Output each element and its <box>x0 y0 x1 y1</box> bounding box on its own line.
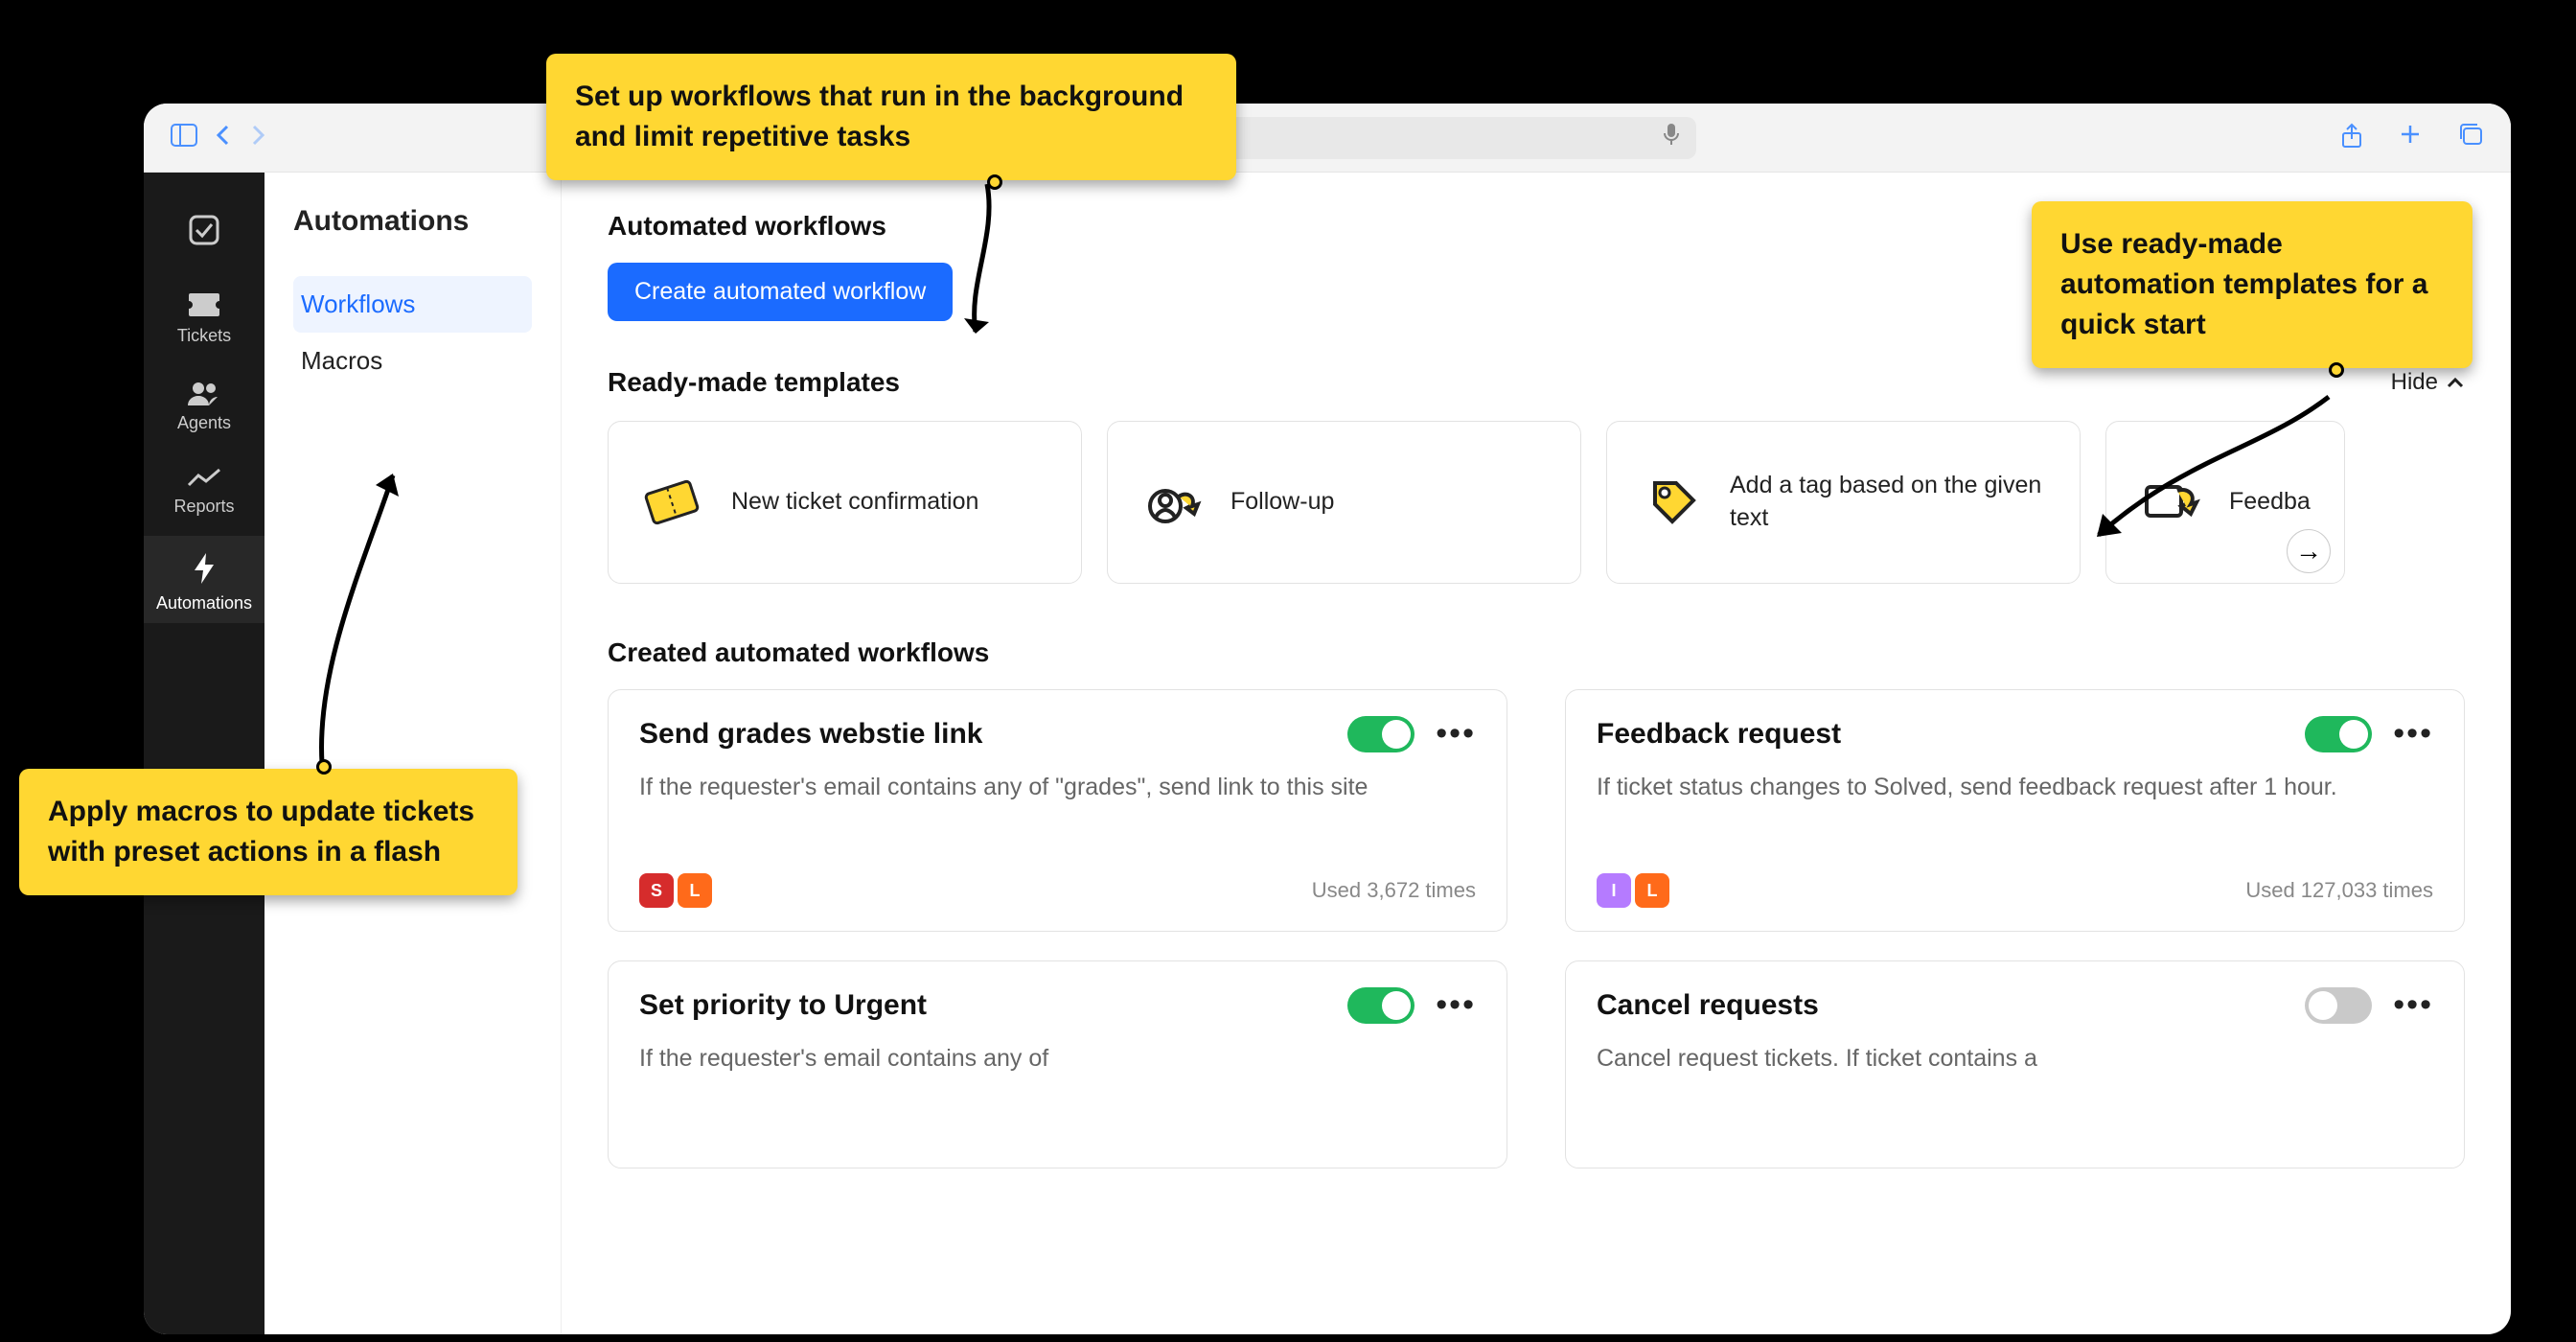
avatar: L <box>1635 873 1669 908</box>
workflow-avatars: S L <box>639 873 712 908</box>
workflow-more-icon[interactable]: ••• <box>1436 986 1476 1024</box>
subnav-item-workflows[interactable]: Workflows <box>293 276 532 333</box>
rail-item-reports[interactable]: Reports <box>144 452 264 526</box>
workflow-desc: If ticket status changes to Solved, send… <box>1597 770 2433 837</box>
callout-arrow <box>307 447 498 773</box>
avatar: L <box>678 873 712 908</box>
callout-arrow <box>958 178 1073 351</box>
create-workflow-button[interactable]: Create automated workflow <box>608 263 953 321</box>
template-follow-up[interactable]: Follow-up <box>1107 421 1581 584</box>
share-icon[interactable] <box>2340 122 2363 153</box>
rail-item-automations[interactable]: Automations <box>144 536 264 623</box>
workflow-card[interactable]: Feedback request ••• If ticket status ch… <box>1565 689 2465 932</box>
heading-templates: Ready-made templates <box>608 367 900 398</box>
workflow-title: Feedback request <box>1597 718 1841 751</box>
tag-icon <box>1636 468 1705 537</box>
back-icon[interactable] <box>215 124 232 151</box>
hide-templates-toggle[interactable]: Hide <box>2391 369 2465 396</box>
workflow-desc: If the requester's email contains any of… <box>639 770 1476 837</box>
callout-workflows: Set up workflows that run in the backgro… <box>546 54 1236 180</box>
workflow-avatars: I L <box>1597 873 1669 908</box>
subnav-item-macros[interactable]: Macros <box>293 333 532 389</box>
callout-arrow <box>2070 391 2358 583</box>
browser-chrome: .helpdesk.com <box>144 104 2511 173</box>
template-new-ticket-confirmation[interactable]: New ticket confirmation <box>608 421 1082 584</box>
callout-templates: Use ready-made automation templates for … <box>2032 201 2472 368</box>
workflow-more-icon[interactable]: ••• <box>1436 715 1476 752</box>
nav-rail: Tickets Agents Reports Automations <box>144 173 264 1334</box>
workflow-usage: Used 127,033 times <box>2245 878 2433 903</box>
avatar: I <box>1597 873 1631 908</box>
workflow-title: Cancel requests <box>1597 989 1819 1022</box>
rail-item-tickets[interactable]: Tickets <box>144 276 264 356</box>
workflow-desc: Cancel request tickets. If ticket contai… <box>1597 1041 2433 1108</box>
workflow-more-icon[interactable]: ••• <box>2393 715 2433 752</box>
workflow-card[interactable]: Send grades webstie link ••• If the requ… <box>608 689 1507 932</box>
workflow-title: Set priority to Urgent <box>639 989 927 1022</box>
mic-icon[interactable] <box>1662 122 1681 153</box>
rail-item-inbox[interactable] <box>144 196 264 266</box>
workflow-card[interactable]: Set priority to Urgent ••• If the reques… <box>608 960 1507 1168</box>
sidebar-toggle-icon[interactable] <box>171 124 197 151</box>
new-tab-icon[interactable] <box>2398 122 2423 153</box>
chevron-up-icon <box>2446 376 2465 389</box>
workflow-toggle[interactable] <box>2305 716 2372 752</box>
callout-macros: Apply macros to update tickets with pres… <box>19 769 518 895</box>
workflow-card[interactable]: Cancel requests ••• Cancel request ticke… <box>1565 960 2465 1168</box>
workflow-desc: If the requester's email contains any of <box>639 1041 1476 1108</box>
tickets-icon <box>637 468 706 537</box>
avatar: S <box>639 873 674 908</box>
template-add-tag[interactable]: Add a tag based on the given text <box>1606 421 2081 584</box>
forward-icon[interactable] <box>249 124 266 151</box>
workflow-toggle[interactable] <box>2305 987 2372 1024</box>
tabs-icon[interactable] <box>2457 122 2484 153</box>
heading-created-workflows: Created automated workflows <box>608 637 2465 668</box>
followup-icon <box>1137 468 1206 537</box>
rail-item-agents[interactable]: Agents <box>144 365 264 443</box>
workflow-more-icon[interactable]: ••• <box>2393 986 2433 1024</box>
workflow-toggle[interactable] <box>1347 716 1414 752</box>
workflow-usage: Used 3,672 times <box>1312 878 1476 903</box>
subnav-title: Automations <box>293 205 532 238</box>
workflows-grid: Send grades webstie link ••• If the requ… <box>608 689 2465 1168</box>
workflow-toggle[interactable] <box>1347 987 1414 1024</box>
workflow-title: Send grades webstie link <box>639 718 982 751</box>
